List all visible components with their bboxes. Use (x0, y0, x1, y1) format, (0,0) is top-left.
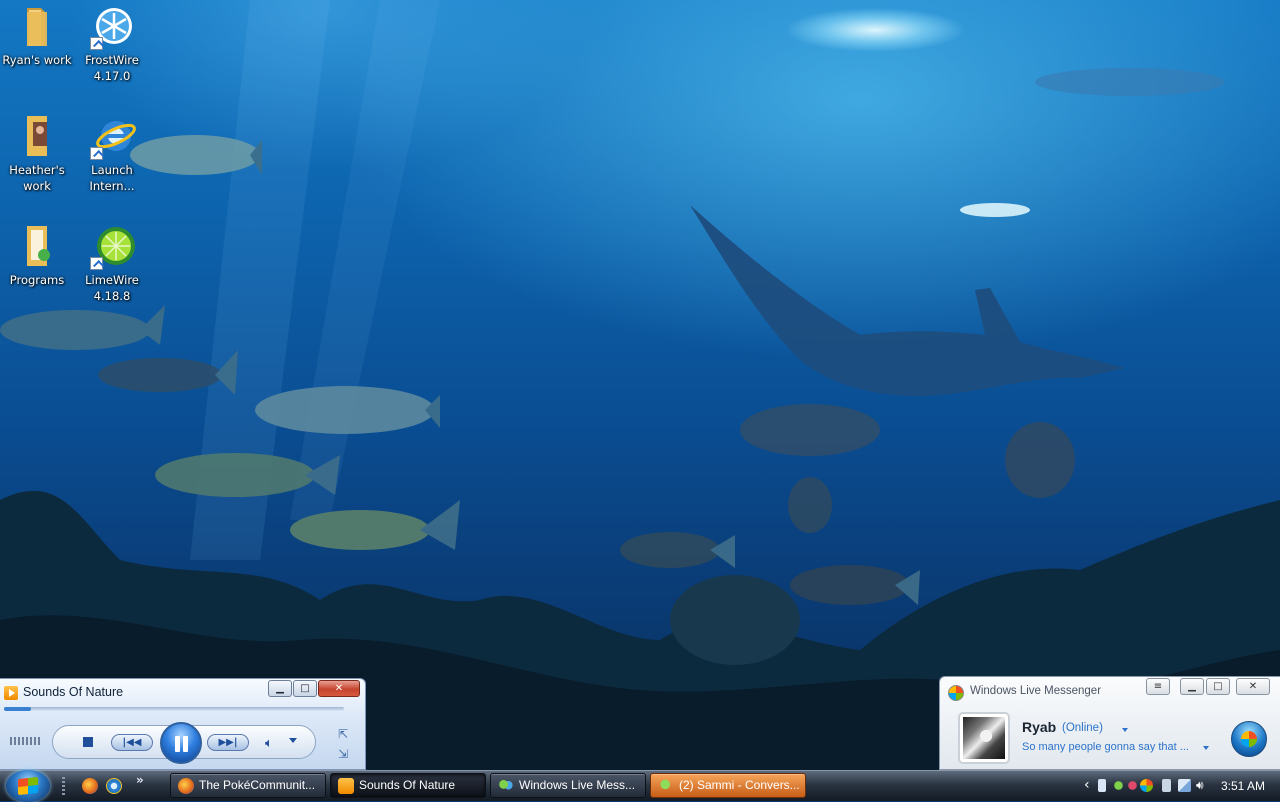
limewire-icon (88, 224, 136, 270)
minimize-icon: ▁ (1188, 681, 1196, 692)
personal-message-dropdown-icon[interactable] (1203, 746, 1209, 750)
close-button[interactable]: ✕ (1236, 678, 1270, 695)
desktop-icon-launch-internet[interactable]: Launch Intern... (75, 114, 149, 194)
taskbar-button-messenger[interactable]: Windows Live Mess... (490, 773, 646, 798)
windows-logo-icon (18, 776, 38, 796)
underwater-wallpaper-art (0, 0, 1280, 770)
personal-message[interactable]: So many people gonna say that ... (1022, 741, 1189, 753)
start-button[interactable] (6, 770, 50, 802)
desktop-icon-label: FrostWire 4.17.0 (85, 53, 139, 83)
maximize-icon: □ (1213, 681, 1223, 692)
desktop-icon-heathers-work[interactable]: Heather's work (0, 114, 74, 194)
display-picture (963, 717, 1005, 759)
folder-with-photo-icon (13, 114, 61, 160)
visualization-icon[interactable] (10, 737, 42, 745)
close-button[interactable]: ✕ (318, 680, 360, 697)
tray-expand-button[interactable]: ‹ (1084, 777, 1090, 793)
media-player-icon (338, 778, 354, 794)
clock[interactable]: 3:51 AM (1221, 771, 1265, 801)
taskbar-button-media-player[interactable]: Sounds Of Nature (330, 773, 486, 798)
previous-button[interactable]: |◀◀ (111, 734, 153, 751)
taskbar-button-conversation[interactable]: (2) Sammi - Convers... (650, 773, 806, 798)
desktop-icon-programs[interactable]: Programs (0, 224, 74, 288)
restore-to-full-mode-icon[interactable]: ⇲ (336, 747, 350, 761)
menu-button[interactable]: ≡ (1146, 678, 1170, 695)
shortcut-arrow-icon (90, 257, 103, 270)
folder-icon (13, 224, 61, 270)
pause-button[interactable] (160, 722, 202, 764)
messenger-tray-icon[interactable] (1112, 779, 1125, 792)
menu-icon: ≡ (1153, 681, 1163, 692)
volume-icon[interactable]: 🔊︎ (1196, 779, 1209, 792)
playback-controls: |◀◀ ▶▶| 🔈︎ (52, 722, 316, 764)
maximize-button[interactable]: □ (1206, 678, 1230, 695)
close-icon: ✕ (1248, 681, 1258, 692)
desktop-icon-limewire[interactable]: LimeWire 4.18.8 (75, 224, 149, 304)
maximize-icon: □ (300, 683, 310, 694)
seek-bar[interactable] (4, 707, 344, 711)
folder-icon (13, 4, 61, 50)
system-tray: ‹ 🔊︎ 3:51 AM (1080, 771, 1280, 801)
taskbar: » The PokéCommunit... Sounds Of Nature W… (0, 770, 1280, 802)
stop-button[interactable] (83, 737, 93, 747)
desktop-icon-label: LimeWire 4.18.8 (85, 273, 139, 303)
firefox-icon[interactable] (82, 778, 98, 794)
toolbar-grip[interactable] (62, 777, 65, 795)
user-name[interactable]: Ryab (1022, 719, 1056, 735)
internet-explorer-icon (88, 114, 136, 160)
status-text[interactable]: (Online) (1062, 722, 1103, 734)
desktop-icon-frostwire[interactable]: FrostWire 4.17.0 (75, 4, 149, 84)
frostwire-icon (88, 4, 136, 50)
desktop-icon-label: Ryan's work (2, 53, 72, 67)
minimize-icon: ▁ (276, 683, 284, 694)
media-player-title: Sounds Of Nature (23, 685, 124, 699)
desktop-icon-label: Programs (9, 273, 65, 287)
minimize-button[interactable]: ▁ (1180, 678, 1204, 695)
messenger-title: Windows Live Messenger (970, 685, 1102, 697)
messenger-buddies-icon (498, 778, 514, 794)
internet-explorer-icon[interactable] (106, 778, 122, 794)
pause-icon (175, 736, 180, 752)
update-tray-icon[interactable] (1140, 779, 1153, 792)
network-icon[interactable] (1178, 779, 1191, 792)
app-tray-icon[interactable] (1126, 779, 1139, 792)
volume-dropdown-icon[interactable] (289, 738, 297, 743)
desktop-icon-label: Heather's work (9, 163, 65, 193)
shortcut-arrow-icon (90, 37, 103, 50)
seek-bar-fill (4, 707, 32, 711)
shortcut-arrow-icon (90, 147, 103, 160)
status-dropdown-icon[interactable] (1122, 728, 1128, 732)
maximize-button[interactable]: □ (293, 680, 317, 697)
taskbar-button-pokecommunity[interactable]: The PokéCommunit... (170, 773, 326, 798)
pause-icon (183, 736, 188, 752)
minimize-button[interactable]: ▁ (268, 680, 292, 697)
next-button[interactable]: ▶▶| (207, 734, 249, 751)
avatar[interactable] (958, 712, 1010, 764)
conversation-icon (658, 778, 674, 794)
messenger-window[interactable]: Windows Live Messenger ≡ ▁ □ ✕ Ryab (Onl… (939, 676, 1280, 770)
close-icon: ✕ (334, 683, 344, 694)
switch-to-library-icon[interactable]: ⇱ (336, 727, 350, 741)
desktop-icon-label: Launch Intern... (89, 163, 135, 193)
desktop-icon-ryans-work[interactable]: Ryan's work (0, 4, 74, 68)
safely-remove-hardware-icon[interactable] (1162, 779, 1171, 792)
windows-live-orb-icon[interactable] (1231, 721, 1267, 757)
security-center-icon[interactable] (1098, 779, 1106, 792)
speaker-icon[interactable]: 🔈︎ (265, 736, 273, 751)
desktop-wallpaper: Ryan's work FrostWire 4.17.0 Heather's w… (0, 0, 1280, 770)
messenger-logo-icon (948, 685, 964, 701)
media-player-icon (4, 686, 18, 700)
quick-launch-more-button[interactable]: » (136, 773, 144, 787)
firefox-icon (178, 778, 194, 794)
media-player-window[interactable]: Sounds Of Nature ▁ □ ✕ |◀◀ ▶▶| 🔈︎ ⇱ ⇲ (0, 678, 366, 770)
